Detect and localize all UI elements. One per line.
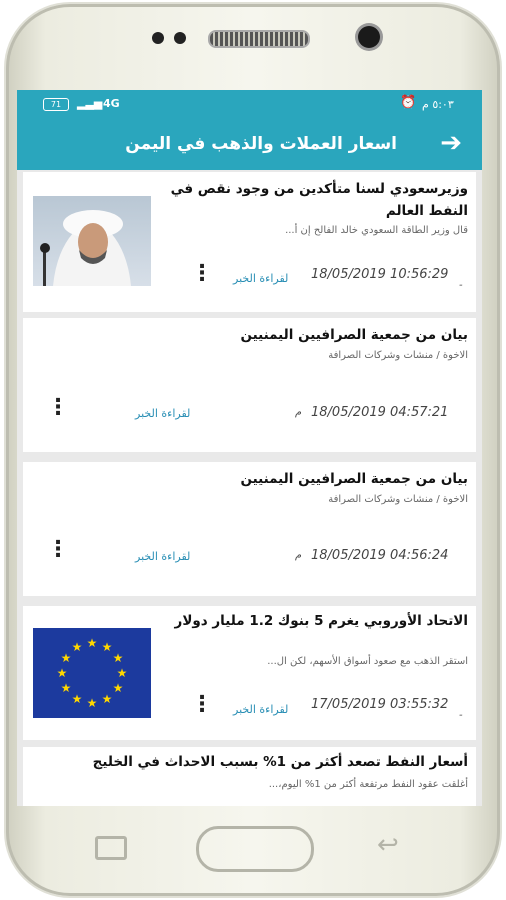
news-date-suffix: م [295, 550, 302, 561]
news-headline[interactable]: بيان من جمعية الصرافيين اليمنيين [48, 468, 468, 490]
read-more-link[interactable]: لقراءة الخبر [233, 272, 288, 285]
news-date-suffix: - [459, 280, 463, 291]
star-icon: ★ [87, 696, 98, 710]
read-more-link[interactable]: لقراءة الخبر [135, 407, 190, 420]
app-screen: 71 ▂▃▅ 4G ⏰ ٥:٠٣ م اسعار العملات والذهب … [17, 90, 482, 806]
recent-apps-icon[interactable] [95, 836, 127, 860]
read-more-link[interactable]: لقراءة الخبر [233, 703, 288, 716]
news-date: 18/05/2019 04:56:24 [311, 548, 449, 563]
news-excerpt: الاخوة / منشات وشركات الصرافة [328, 494, 468, 505]
star-icon: ★ [113, 651, 124, 665]
more-options-icon[interactable]: ⋮ [47, 539, 69, 561]
star-icon: ★ [57, 666, 68, 680]
news-card[interactable]: أسعار النفط تصعد أكثر من 1% بسبب الاحداث… [23, 747, 476, 806]
news-excerpt: قال وزير الطاقة السعودي خالد الفالح إن أ… [285, 225, 468, 236]
battery-level: 71 [50, 100, 62, 109]
news-date-suffix: م [295, 407, 302, 418]
news-thumbnail [33, 196, 151, 286]
star-icon: ★ [61, 651, 72, 665]
news-date-suffix: - [459, 710, 463, 721]
star-icon: ★ [87, 636, 98, 650]
front-camera [358, 26, 380, 48]
alarm-icon: ⏰ [400, 95, 417, 110]
news-excerpt: استقر الذهب مع صعود أسواق الأسهم، لكن ال… [267, 656, 468, 667]
page-title: اسعار العملات والذهب في اليمن [125, 134, 397, 154]
news-date: 17/05/2019 03:55:32 [311, 697, 449, 712]
news-headline[interactable]: أسعار النفط تصعد أكثر من 1% بسبب الاحداث… [28, 751, 468, 773]
star-icon: ★ [72, 692, 83, 706]
sensor-dot [174, 32, 186, 44]
status-bar: 71 ▂▃▅ 4G ⏰ ٥:٠٣ م [17, 90, 482, 120]
news-card[interactable]: بيان من جمعية الصرافيين اليمنيين الاخوة … [23, 462, 476, 596]
news-headline[interactable]: الاتحاد الأوروبي يغرم 5 بنوك 1.2 مليار د… [168, 610, 468, 632]
battery-icon: 71 [43, 98, 69, 111]
back-icon[interactable]: ↩ [377, 830, 399, 860]
eu-flag-stars: ★ ★★★★★★★★★★★ [57, 636, 128, 710]
news-excerpt: أغلقت عقود النفط مرتفعة أكثر من 1% اليوم… [268, 779, 468, 790]
person-photo [40, 210, 131, 286]
clock: ٥:٠٣ م [422, 98, 454, 111]
app-bar: اسعار العملات والذهب في اليمن ➔ [17, 120, 482, 170]
star-icon: ★ [102, 692, 113, 706]
signal-icon: ▂▃▅ [77, 97, 103, 110]
news-card[interactable]: الاتحاد الأوروبي يغرم 5 بنوك 1.2 مليار د… [23, 606, 476, 740]
more-options-icon[interactable]: ⋮ [47, 397, 69, 419]
news-card[interactable]: بيان من جمعية الصرافيين اليمنيين الاخوة … [23, 318, 476, 452]
star-icon: ★ [113, 681, 124, 695]
news-date: 18/05/2019 04:57:21 [311, 405, 449, 420]
star-icon: ★ [117, 666, 128, 680]
news-headline[interactable]: وزيرسعودي لسنا متأكدين من وجود نقص في ال… [168, 178, 468, 222]
news-date: 18/05/2019 10:56:29 [311, 267, 449, 282]
earpiece-speaker [208, 30, 310, 48]
news-excerpt: الاخوة / منشات وشركات الصرافة [328, 350, 468, 361]
more-options-icon[interactable]: ⋮ [191, 694, 213, 716]
read-more-link[interactable]: لقراءة الخبر [135, 550, 190, 563]
sensor-dot [152, 32, 164, 44]
arrow-right-icon[interactable]: ➔ [440, 128, 462, 158]
network-type: 4G [103, 97, 120, 110]
star-icon: ★ [61, 681, 72, 695]
more-options-icon[interactable]: ⋮ [191, 263, 213, 285]
news-headline[interactable]: بيان من جمعية الصرافيين اليمنيين [48, 324, 468, 346]
star-icon: ★ [72, 640, 83, 654]
home-button[interactable] [196, 826, 314, 872]
eu-flag-image: ★ ★ ★ ★ ★ ★ ★ ★ ★ ★ ★ ★ [33, 628, 151, 718]
star-icon: ★ [102, 640, 113, 654]
news-card[interactable]: وزيرسعودي لسنا متأكدين من وجود نقص في ال… [23, 172, 476, 312]
